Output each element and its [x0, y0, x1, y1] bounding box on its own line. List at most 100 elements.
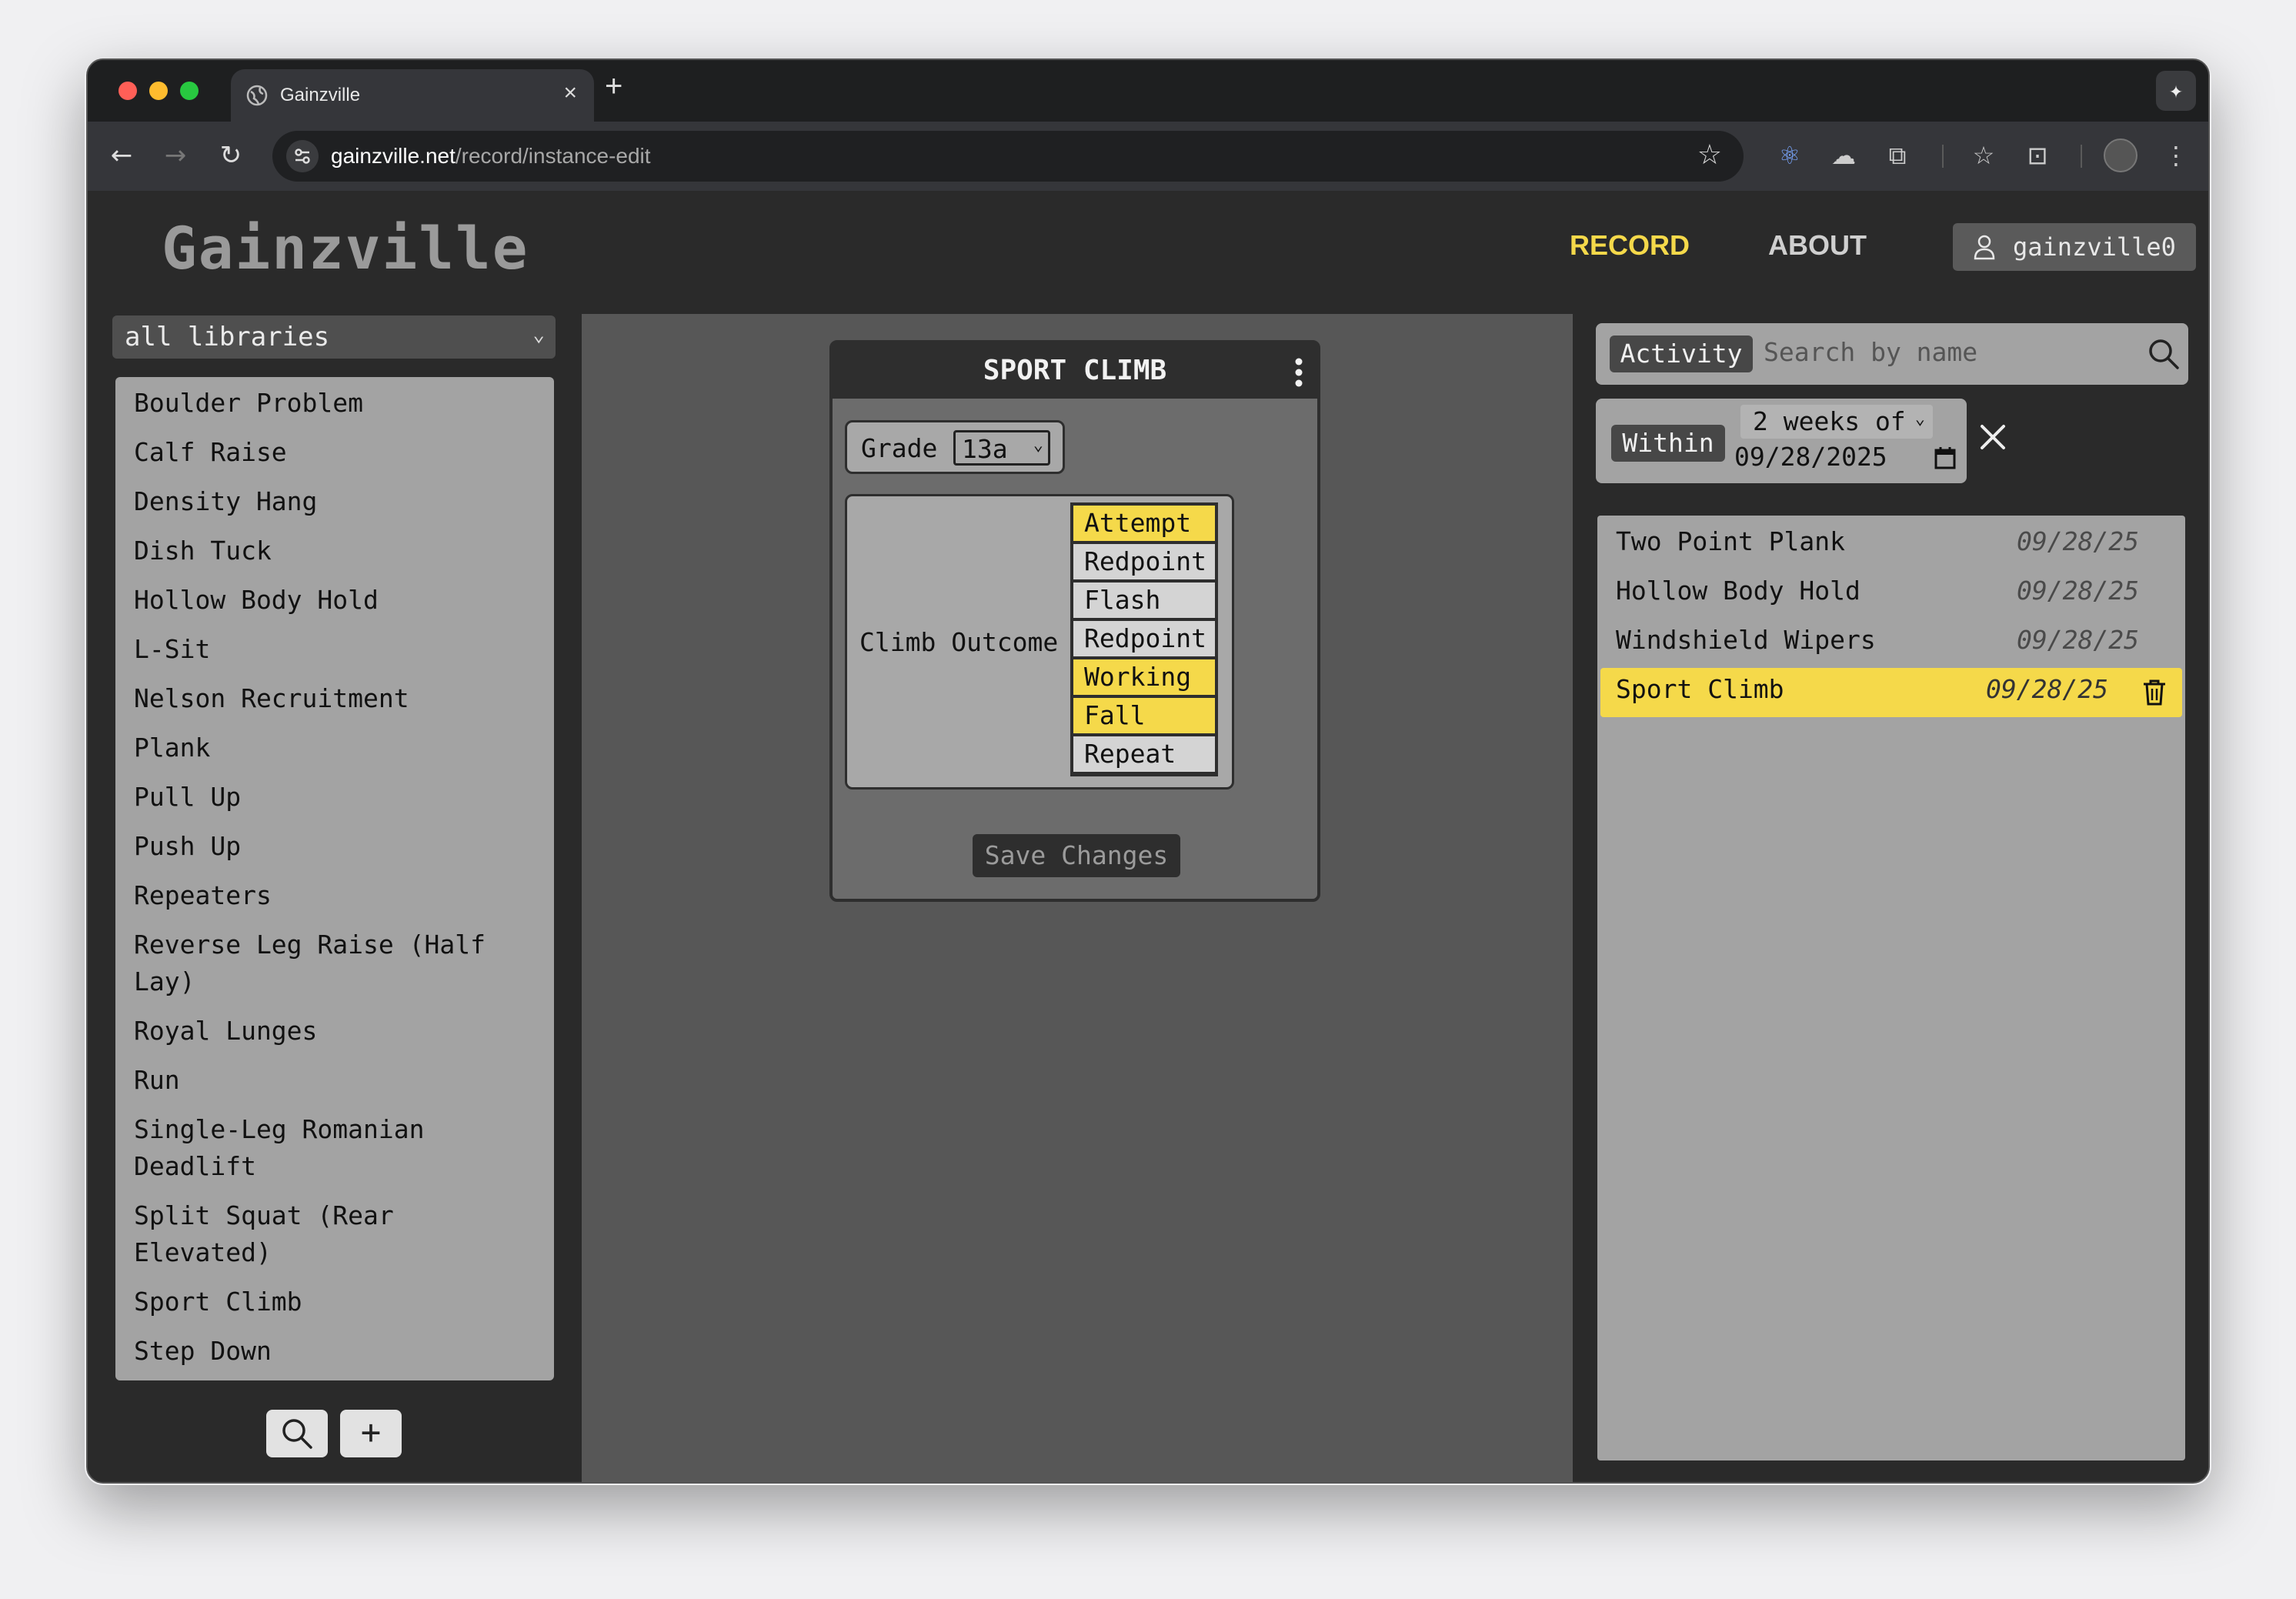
calendar-icon[interactable] — [1934, 446, 1956, 469]
library-item-reverse-leg-raise-cont[interactable]: Lay) — [134, 963, 534, 1000]
browser-window: Gainzville × + ✦ ← → ↻ gainzville.net/re… — [86, 58, 2210, 1484]
library-item-single-leg-rdl[interactable]: Single-Leg Romanian — [134, 1111, 534, 1148]
outcome-option-working[interactable]: Working — [1073, 659, 1215, 695]
activity-search-bar: Activity Search by name — [1596, 323, 2188, 385]
library-item-step-down[interactable]: Step Down — [134, 1333, 534, 1370]
close-window-button[interactable] — [118, 82, 137, 100]
toolbar-divider — [1942, 145, 1944, 168]
library-item-dish-tuck[interactable]: Dish Tuck — [134, 532, 534, 569]
library-item-calf-raise[interactable]: Calf Raise — [134, 434, 534, 471]
range-select[interactable]: 2 weeks of ⌄ — [1740, 405, 1933, 439]
library-item-royal-lunges[interactable]: Royal Lunges — [134, 1013, 534, 1050]
maximize-window-button[interactable] — [180, 82, 199, 100]
outcome-option-redpoint[interactable]: Redpoint — [1073, 544, 1215, 579]
library-item-sport-climb[interactable]: Sport Climb — [134, 1284, 534, 1320]
url-path: /record/instance-edit — [455, 144, 651, 168]
search-icon[interactable] — [2145, 335, 2182, 372]
brand-logo[interactable]: Gainzville — [162, 214, 529, 282]
nav-about-link[interactable]: ABOUT — [1768, 229, 1867, 262]
climb-outcome-listbox[interactable]: Attempt Redpoint Flash Redpoint Working … — [1070, 502, 1218, 776]
activity-filter-chip[interactable]: Activity — [1610, 335, 1753, 372]
library-select[interactable]: all libraries ⌄ — [112, 315, 556, 359]
within-chip[interactable]: Within — [1611, 425, 1725, 462]
kebab-menu-icon[interactable] — [1294, 357, 1303, 388]
clear-filter-close-icon[interactable] — [1974, 419, 2011, 456]
outcome-option-repeat[interactable]: Repeat — [1073, 736, 1215, 772]
extensions-puzzle-icon[interactable]: ⧉ — [1881, 139, 1914, 172]
trash-icon[interactable] — [2142, 679, 2167, 706]
range-value: 2 weeks of — [1753, 406, 1906, 436]
grade-select[interactable]: 13a ⌄ — [953, 430, 1050, 466]
library-item-pull-up[interactable]: Pull Up — [134, 779, 534, 816]
browser-tab[interactable]: Gainzville × — [231, 69, 594, 122]
tab-search-icon[interactable]: ⊡ — [2021, 139, 2054, 172]
more-menu-icon[interactable]: ⋮ — [2159, 139, 2193, 172]
react-devtools-icon[interactable]: ⚛ — [1773, 139, 1807, 172]
activity-date: 09/28/25 — [1986, 674, 2108, 704]
list-item-selected[interactable]: Sport Climb 09/28/25 — [1600, 668, 2182, 717]
date-range-filter: Within 2 weeks of ⌄ 09/28/2025 — [1596, 399, 1967, 483]
library-item-l-sit[interactable]: L-Sit — [134, 631, 534, 668]
url-host: gainzville.net — [331, 144, 456, 168]
minimize-window-button[interactable] — [149, 82, 168, 100]
nav-record-link[interactable]: RECORD — [1570, 229, 1690, 262]
forward-arrow-icon[interactable]: → — [157, 137, 194, 174]
library-list: Boulder Problem Calf Raise Density Hang … — [115, 377, 554, 1380]
library-item-repeaters[interactable]: Repeaters — [134, 877, 534, 914]
cloud-extension-icon[interactable]: ☁ — [1827, 139, 1860, 172]
address-bar[interactable]: gainzville.net/record/instance-edit ☆ — [272, 131, 1744, 182]
library-item-single-leg-rdl-cont[interactable]: Deadlift — [134, 1148, 534, 1185]
activity-card: SPORT CLIMB Grade 13a ⌄ Climb Outcome At… — [829, 340, 1320, 902]
outcome-option-fall[interactable]: Fall — [1073, 698, 1215, 733]
library-item-push-up[interactable]: Push Up — [134, 828, 534, 865]
user-menu-button[interactable]: gainzville0 — [1953, 223, 2196, 271]
chevron-down-icon: ⌄ — [1033, 436, 1043, 455]
browser-toolbar: ← → ↻ gainzville.net/record/instance-edi… — [88, 122, 2208, 191]
reload-icon[interactable]: ↻ — [212, 137, 249, 174]
search-icon — [282, 1419, 312, 1449]
library-item-reverse-leg-raise[interactable]: Reverse Leg Raise (Half — [134, 926, 534, 963]
grade-label: Grade — [861, 433, 938, 463]
tab-close-icon[interactable]: × — [563, 80, 577, 106]
library-item-hollow-body-hold[interactable]: Hollow Body Hold — [134, 582, 534, 619]
activity-search-input[interactable]: Search by name — [1764, 337, 1977, 367]
save-changes-button[interactable]: Save Changes — [973, 834, 1180, 877]
activity-date: 09/28/25 — [2017, 576, 2139, 606]
library-search-button[interactable] — [266, 1410, 328, 1457]
library-item-split-squat[interactable]: Split Squat (Rear — [134, 1197, 534, 1234]
outcome-option-redpoint-2[interactable]: Redpoint — [1073, 621, 1215, 656]
activity-name: Hollow Body Hold — [1616, 576, 1860, 606]
climb-outcome-label: Climb Outcome — [859, 627, 1059, 657]
library-item-plank[interactable]: Plank — [134, 729, 534, 766]
recent-activities-list: Two Point Plank 09/28/25 Hollow Body Hol… — [1597, 516, 2185, 1460]
site-settings-icon[interactable] — [286, 140, 319, 172]
library-item-run[interactable]: Run — [134, 1062, 534, 1099]
grade-field: Grade 13a ⌄ — [845, 420, 1065, 474]
back-arrow-icon[interactable]: ← — [103, 137, 140, 174]
username-label: gainzville0 — [2013, 232, 2176, 262]
list-item[interactable]: Hollow Body Hold 09/28/25 — [1600, 569, 2182, 619]
activity-date: 09/28/25 — [2017, 526, 2139, 556]
card-title: SPORT CLIMB — [833, 343, 1317, 399]
add-activity-button[interactable]: + — [340, 1410, 402, 1457]
library-item-density-hang[interactable]: Density Hang — [134, 483, 534, 520]
bookmark-star-icon[interactable]: ☆ — [1697, 139, 1722, 171]
list-item[interactable]: Windshield Wipers 09/28/25 — [1600, 619, 2182, 668]
app-root: Gainzville RECORD ABOUT gainzville0 all … — [88, 191, 2208, 1482]
activity-name: Windshield Wipers — [1616, 625, 1876, 655]
list-item[interactable]: Two Point Plank 09/28/25 — [1600, 520, 2182, 569]
library-item-nelson-recruitment[interactable]: Nelson Recruitment — [134, 680, 534, 717]
library-item-boulder-problem[interactable]: Boulder Problem — [134, 385, 534, 422]
profile-avatar[interactable] — [2104, 139, 2137, 172]
library-item-split-squat-cont[interactable]: Elevated) — [134, 1234, 534, 1271]
globe-icon — [246, 85, 268, 106]
editor-area: SPORT CLIMB Grade 13a ⌄ Climb Outcome At… — [582, 314, 1573, 1482]
bookmarks-icon[interactable]: ☆ — [1967, 139, 2001, 172]
activity-name: Sport Climb — [1616, 674, 1784, 704]
outcome-option-attempt[interactable]: Attempt — [1073, 506, 1215, 541]
gemini-sparkle-icon[interactable]: ✦ — [2156, 71, 2196, 111]
new-tab-button[interactable]: + — [605, 69, 622, 104]
outcome-option-flash[interactable]: Flash — [1073, 583, 1215, 618]
climb-outcome-field: Climb Outcome Attempt Redpoint Flash Red… — [845, 494, 1234, 789]
date-input[interactable]: 09/28/2025 — [1734, 442, 1887, 472]
